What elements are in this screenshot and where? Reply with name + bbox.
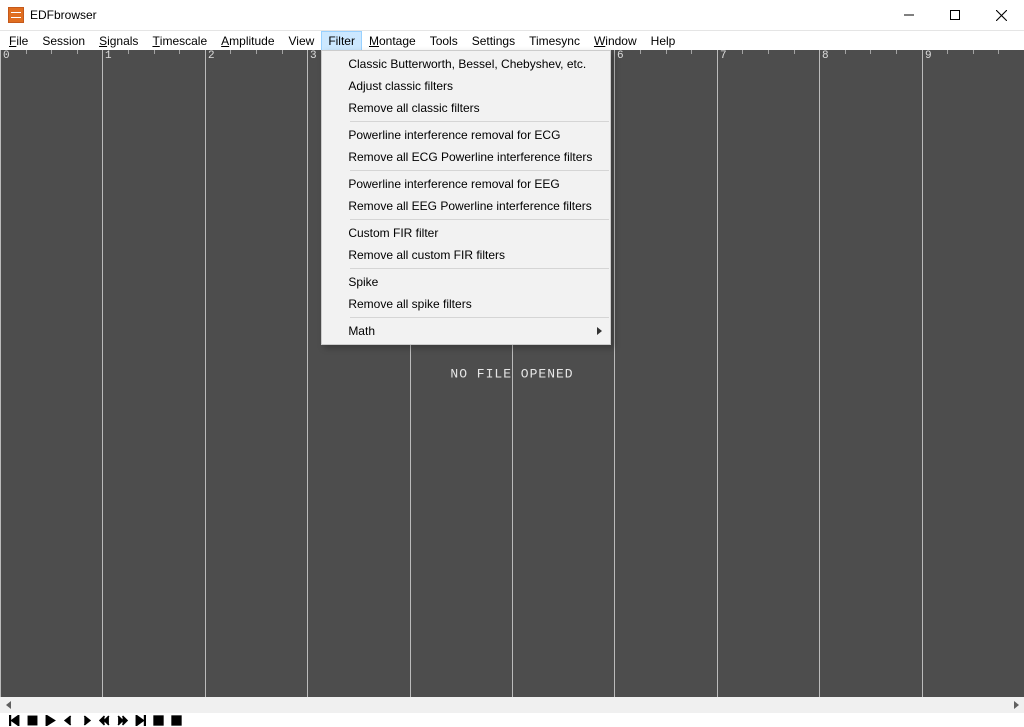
stop-button[interactable] [24, 713, 40, 727]
time-tick-label: 1 [102, 50, 112, 62]
menu-signals[interactable]: Signals [92, 31, 145, 51]
menu-view[interactable]: View [282, 31, 322, 51]
time-tick-label: 9 [922, 50, 932, 62]
submenu-arrow-icon [597, 327, 602, 335]
menu-separator [350, 268, 609, 269]
menu-file[interactable]: File [2, 31, 35, 51]
app-title: EDFbrowser [30, 8, 97, 22]
filter-menu-item[interactable]: Remove all EEG Powerline interference fi… [322, 195, 610, 217]
filter-menu-item[interactable]: Adjust classic filters [322, 75, 610, 97]
time-tick-label: 7 [717, 50, 727, 62]
menu-timescale[interactable]: Timescale [145, 31, 214, 51]
play-button[interactable] [42, 713, 58, 727]
filter-menu-item[interactable]: Spike [322, 271, 610, 293]
app-icon [8, 7, 24, 23]
filter-menu-item[interactable]: Remove all ECG Powerline interference fi… [322, 146, 610, 168]
filter-menu-item[interactable]: Custom FIR filter [322, 222, 610, 244]
filter-menu-item[interactable]: Math [322, 320, 610, 342]
window-close-button[interactable] [978, 0, 1024, 30]
menu-amplitude[interactable]: Amplitude [214, 31, 281, 51]
gridline [922, 50, 923, 697]
filter-menu-item[interactable]: Powerline interference removal for ECG [322, 124, 610, 146]
menu-filter[interactable]: Filter [321, 31, 362, 51]
gridline [102, 50, 103, 697]
menu-separator [350, 170, 609, 171]
menu-session[interactable]: Session [35, 31, 92, 51]
gridline [614, 50, 615, 697]
page-forward-button[interactable] [114, 713, 130, 727]
zoom-in-button[interactable] [150, 713, 166, 727]
menu-timesync[interactable]: Timesync [522, 31, 587, 51]
time-tick-label: 2 [205, 50, 215, 62]
step-back-caret-button[interactable] [60, 713, 76, 727]
window-minimize-button[interactable] [886, 0, 932, 30]
page-back-button[interactable] [96, 713, 112, 727]
go-to-start-button[interactable] [6, 713, 22, 727]
gridline [717, 50, 718, 697]
gridline [0, 50, 1, 697]
time-tick-label: 6 [614, 50, 624, 62]
scroll-left-button[interactable] [0, 697, 17, 713]
filter-menu-item[interactable]: Classic Butterworth, Bessel, Chebyshev, … [322, 53, 610, 75]
filter-menu-dropdown: Classic Butterworth, Bessel, Chebyshev, … [321, 50, 611, 345]
window-maximize-button[interactable] [932, 0, 978, 30]
menu-separator [350, 317, 609, 318]
menu-separator [350, 219, 609, 220]
bottom-bar [0, 697, 1024, 727]
horizontal-scrollbar[interactable] [0, 697, 1024, 713]
filter-menu-item[interactable]: Powerline interference removal for EEG [322, 173, 610, 195]
time-tick-label: 8 [819, 50, 829, 62]
menu-montage[interactable]: Montage [362, 31, 423, 51]
title-bar: EDFbrowser [0, 0, 1024, 31]
gridline [307, 50, 308, 697]
gridline [819, 50, 820, 697]
playback-controls [6, 713, 184, 727]
filter-menu-item[interactable]: Remove all classic filters [322, 97, 610, 119]
menu-separator [350, 121, 609, 122]
menu-window[interactable]: Window [587, 31, 644, 51]
filter-menu-item[interactable]: Remove all spike filters [322, 293, 610, 315]
zoom-out-button[interactable] [168, 713, 184, 727]
menu-bar: FileSessionSignalsTimescaleAmplitudeView… [0, 31, 1024, 51]
gridline [205, 50, 206, 697]
time-tick-label: 3 [307, 50, 317, 62]
go-to-end-button[interactable] [132, 713, 148, 727]
menu-tools[interactable]: Tools [423, 31, 465, 51]
menu-help[interactable]: Help [644, 31, 683, 51]
scroll-right-button[interactable] [1007, 697, 1024, 713]
time-tick-label: 0 [0, 50, 10, 62]
menu-settings[interactable]: Settings [465, 31, 522, 51]
step-forward-caret-button[interactable] [78, 713, 94, 727]
filter-menu-item[interactable]: Remove all custom FIR filters [322, 244, 610, 266]
